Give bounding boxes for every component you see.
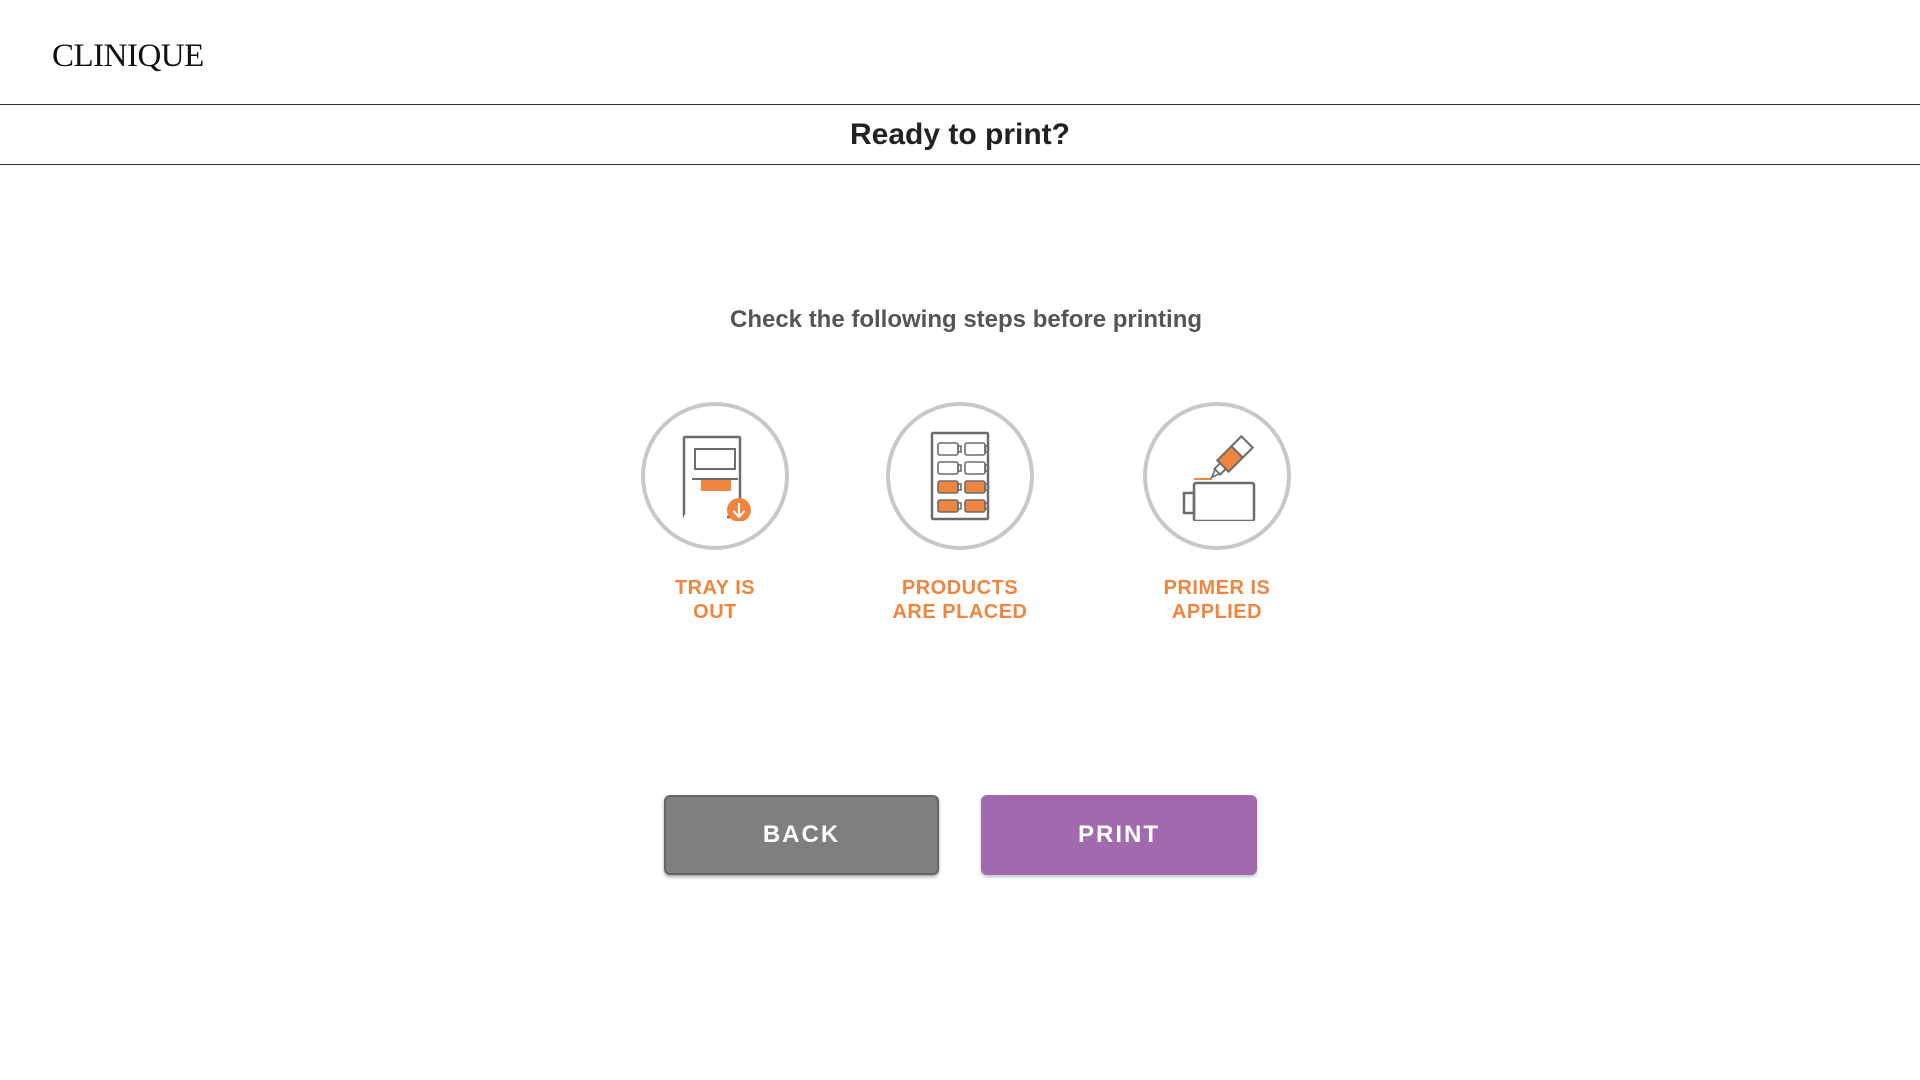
products-placed-icon-circle xyxy=(886,402,1034,550)
tray-out-icon-circle xyxy=(641,402,789,550)
step-products-placed-label: PRODUCTS ARE PLACED xyxy=(810,576,1110,624)
step-primer-applied-label: PRIMER IS APPLIED xyxy=(1067,576,1367,624)
clinique-logo: CLINIQUE xyxy=(52,38,204,74)
primer-applied-icon-circle xyxy=(1143,402,1291,550)
step-label-line: APPLIED xyxy=(1171,601,1263,623)
back-button[interactable]: BACK xyxy=(664,795,939,875)
primer-applied-icon xyxy=(1182,434,1256,521)
step-label-line: PRIMER IS xyxy=(1163,577,1271,599)
app-header: CLINIQUE xyxy=(0,0,1920,105)
instructions-text: Check the following steps before printin… xyxy=(729,306,1203,333)
tray-out-icon xyxy=(682,435,751,521)
step-label-line: PRODUCTS xyxy=(901,577,1019,599)
products-placed-icon xyxy=(930,431,990,521)
step-label-line: ARE PLACED xyxy=(892,601,1028,623)
step-primer-applied: PRIMER IS APPLIED xyxy=(1067,402,1367,624)
step-products-placed: PRODUCTS ARE PLACED xyxy=(810,402,1110,624)
print-button[interactable]: PRINT xyxy=(981,795,1257,875)
page-title: Ready to print? xyxy=(849,117,1070,151)
title-bar: Ready to print? xyxy=(0,105,1920,165)
